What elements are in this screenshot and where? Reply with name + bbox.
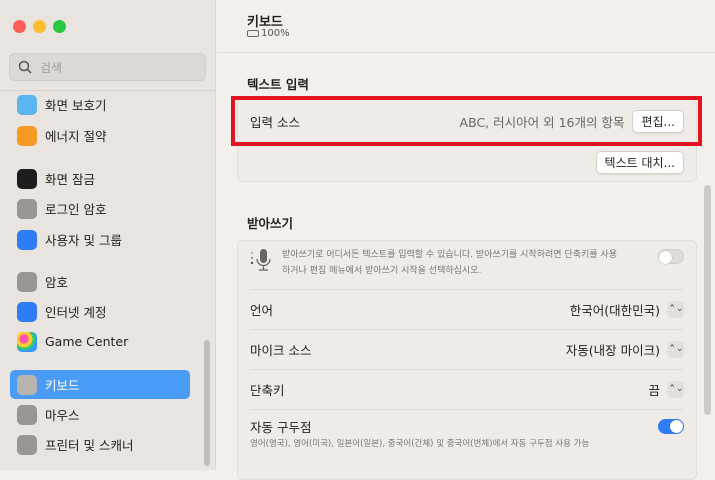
sidebar-item-key[interactable]: 암호 (10, 267, 190, 296)
sidebar: 검색 화면 보호기에너지 절약화면 잠금로그인 암호사용자 및 그룹암호인터넷 … (0, 0, 216, 470)
battery-level: 100% (261, 28, 290, 39)
shortcut-select[interactable]: 끔 ⌃⌄ (648, 380, 684, 399)
sidebar-item-label: 에너지 절약 (45, 129, 107, 144)
game-center-icon (17, 331, 37, 352)
close-button[interactable] (13, 20, 26, 33)
keyboard-battery-icon (247, 30, 259, 37)
sidebar-item-label: 암호 (45, 275, 69, 290)
mouse-icon (17, 404, 37, 425)
keyboard-icon (17, 374, 37, 395)
main-pane: 키보드 100% 텍스트 입력 입력 소스 ABC, 러시아어 외 16개의 항… (217, 0, 715, 480)
lock-screen-icon (17, 168, 37, 189)
search-input[interactable]: 검색 (9, 53, 206, 81)
sidebar-item-at[interactable]: 인터넷 계정 (10, 297, 190, 326)
header: 키보드 100% (217, 0, 715, 53)
sidebar-item-keyboard[interactable]: 키보드 (10, 370, 190, 399)
sidebar-item-label: 사용자 및 그룹 (45, 233, 122, 248)
shortcut-label: 단축키 (250, 382, 285, 398)
stepper-icon: ⌃⌄ (668, 340, 684, 358)
lightbulb-icon (17, 125, 37, 146)
at-icon (17, 301, 37, 322)
stepper-icon: ⌃⌄ (668, 380, 684, 398)
lock-icon (17, 198, 37, 219)
search-icon (18, 60, 32, 74)
highlight-box (231, 96, 702, 146)
language-select[interactable]: 한국어(대한민국) ⌃⌄ (570, 300, 684, 319)
sidebar-item-label: Game Center (45, 334, 129, 349)
section-title-text-input: 텍스트 입력 (247, 77, 309, 92)
language-value: 한국어(대한민국) (569, 302, 660, 318)
text-replacement-button[interactable]: 텍스트 대치... (595, 150, 684, 174)
sidebar-item-users[interactable]: 사용자 및 그룹 (10, 225, 190, 254)
sidebar-item-lightbulb[interactable]: 에너지 절약 (10, 121, 190, 150)
search-placeholder: 검색 (40, 60, 63, 75)
language-label: 언어 (250, 302, 274, 318)
sidebar-item-lock-screen[interactable]: 화면 잠금 (10, 164, 190, 193)
users-icon (17, 229, 37, 250)
microphone-icon (250, 249, 271, 271)
dictation-card: 받아쓰기로 어디서든 텍스트를 입력할 수 있습니다. 받아쓰기를 시작하려면 … (237, 240, 697, 480)
mic-source-select[interactable]: 자동(내장 마이크) ⌃⌄ (566, 340, 684, 359)
sidebar-item-label: 화면 보호기 (45, 98, 107, 113)
sidebar-item-game-center[interactable]: Game Center (10, 327, 190, 356)
main-scrollbar[interactable] (704, 185, 711, 415)
shortcut-value: 끔 (648, 382, 660, 398)
battery-status: 100% (247, 28, 290, 39)
minimize-button[interactable] (33, 20, 46, 33)
zoom-button[interactable] (53, 20, 66, 33)
sidebar-item-label: 로그인 암호 (45, 202, 107, 217)
auto-punctuation-label: 자동 구두점 (250, 420, 312, 435)
sidebar-item-printer[interactable]: 프린터 및 스캐너 (10, 430, 190, 459)
auto-punctuation-description: 영어(영국), 영어(미국), 일본어(일본), 중국어(간체) 및 중국어(번… (250, 439, 590, 449)
mic-source-label: 마이크 소스 (250, 342, 312, 358)
sidebar-item-label: 마우스 (45, 408, 80, 423)
dictation-toggle[interactable] (658, 249, 684, 264)
sidebar-item-lock[interactable]: 로그인 암호 (10, 194, 190, 223)
sidebar-item-label: 화면 잠금 (45, 172, 95, 187)
section-title-dictation: 받아쓰기 (247, 216, 294, 231)
sidebar-scrollbar[interactable] (204, 340, 210, 466)
printer-icon (17, 434, 37, 455)
sidebar-item-label: 인터넷 계정 (45, 305, 107, 320)
sidebar-item-mouse[interactable]: 마우스 (10, 400, 190, 429)
dictation-description: 받아쓰기로 어디서든 텍스트를 입력할 수 있습니다. 받아쓰기를 시작하려면 … (282, 250, 617, 276)
key-icon (17, 271, 37, 292)
sidebar-item-screensaver[interactable]: 화면 보호기 (10, 90, 190, 119)
sidebar-item-label: 프린터 및 스캐너 (45, 438, 134, 453)
screensaver-icon (17, 94, 37, 115)
stepper-icon: ⌃⌄ (668, 300, 684, 318)
sidebar-item-label: 키보드 (45, 378, 80, 393)
auto-punctuation-toggle[interactable] (658, 419, 684, 434)
divider (250, 409, 684, 410)
mic-source-value: 자동(내장 마이크) (565, 342, 660, 358)
